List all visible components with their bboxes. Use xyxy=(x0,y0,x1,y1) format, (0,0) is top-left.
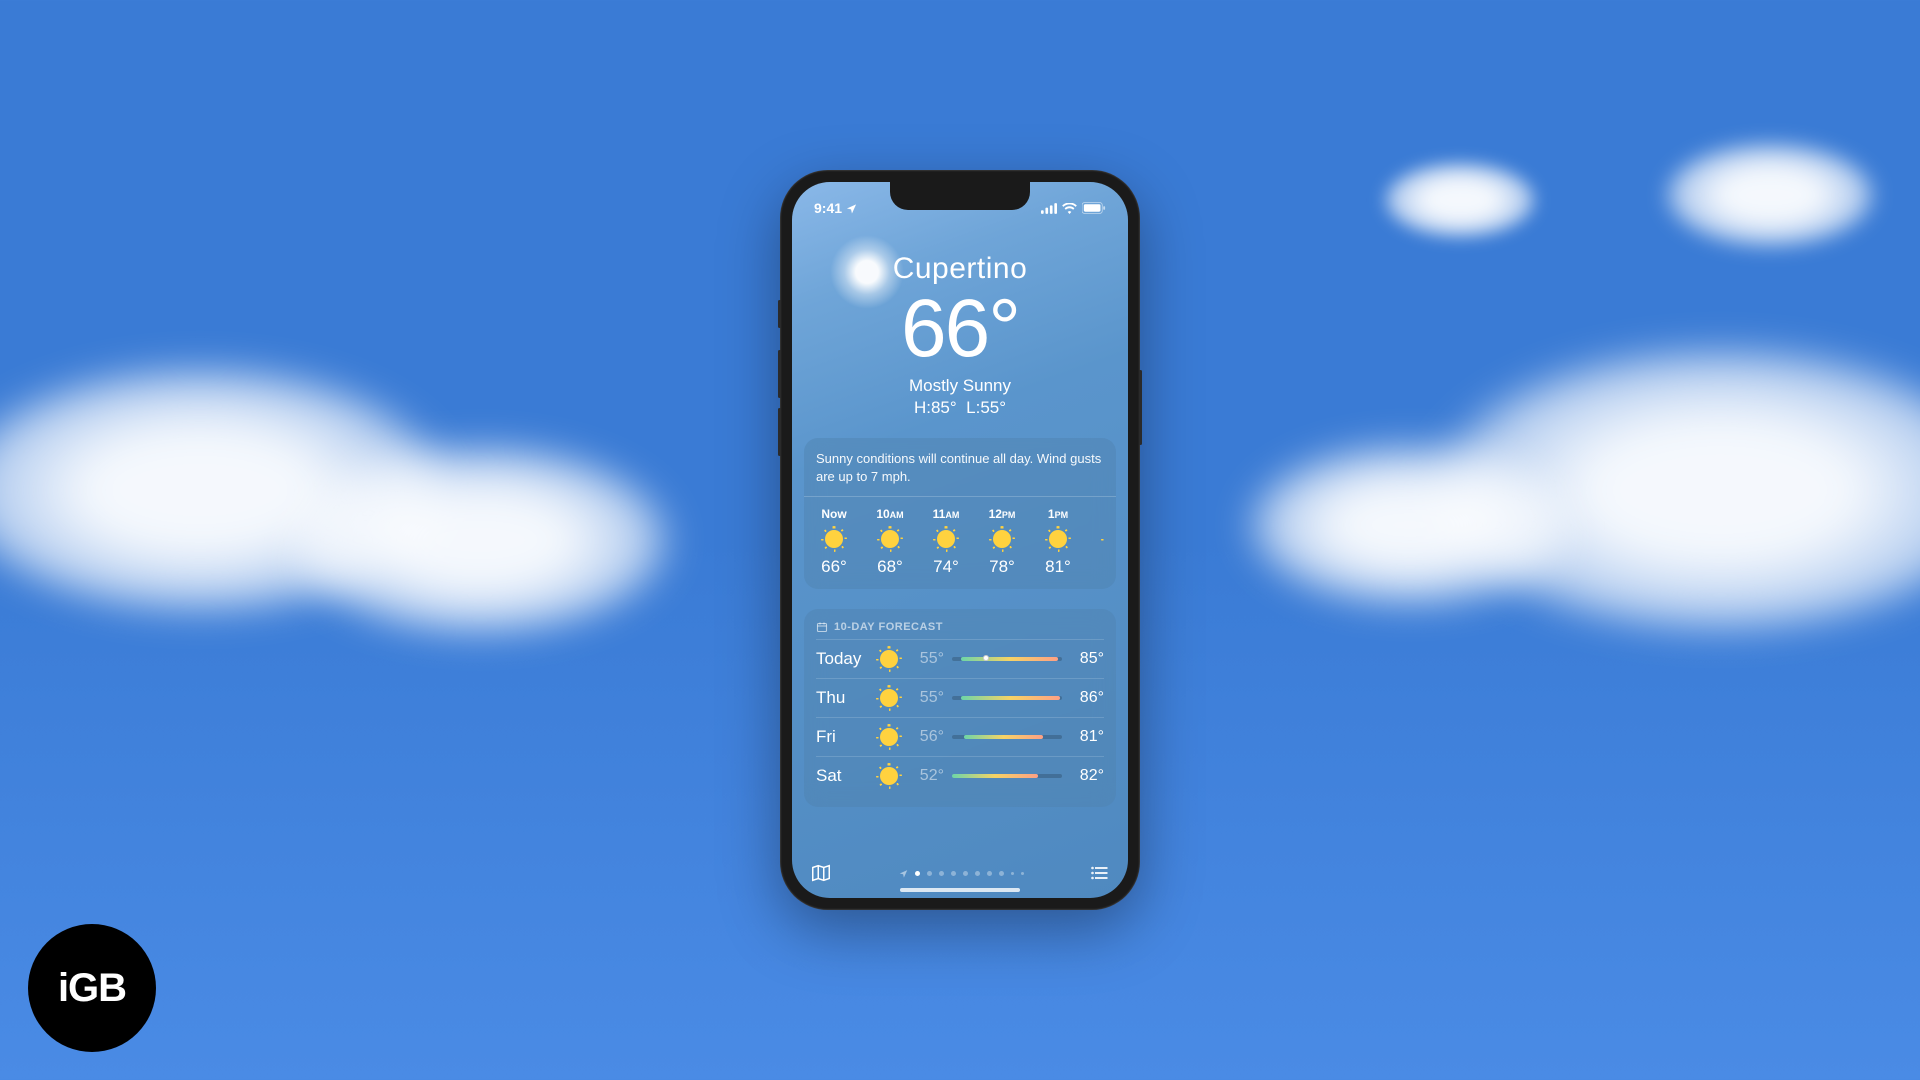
summary-text: Sunny conditions will continue all day. … xyxy=(816,450,1104,486)
page-dot xyxy=(975,871,980,876)
sun-icon xyxy=(880,650,898,668)
location-arrow-icon xyxy=(846,203,857,214)
location-arrow-icon xyxy=(899,869,908,878)
hourly-item[interactable]: Now 66° xyxy=(816,507,852,577)
hour-label: Now xyxy=(821,507,846,521)
day-label: Sat xyxy=(816,766,868,786)
sun-icon xyxy=(937,530,955,548)
day-label: Today xyxy=(816,649,868,669)
hour-label: 10AM xyxy=(876,507,903,521)
calendar-icon xyxy=(816,621,828,633)
hourly-forecast-card[interactable]: Sunny conditions will continue all day. … xyxy=(804,438,1116,589)
page-indicator[interactable] xyxy=(899,869,1024,878)
forecast-title: 10-DAY FORECAST xyxy=(816,621,1104,633)
page-dot xyxy=(927,871,932,876)
hour-temp: 78° xyxy=(989,557,1015,577)
high-low-text: H:85° L:55° xyxy=(804,398,1116,418)
day-high-temp: 86° xyxy=(1070,689,1104,707)
hourly-item[interactable]: 2P84 xyxy=(1096,507,1104,577)
sun-icon xyxy=(825,530,843,548)
forecast-row[interactable]: Thu 55° 86° xyxy=(816,678,1104,717)
silence-switch xyxy=(778,300,781,328)
weather-header: Cupertino 66° Mostly Sunny H:85° L:55° xyxy=(804,232,1116,418)
sun-icon xyxy=(880,689,898,707)
page-dot xyxy=(1021,872,1024,875)
cellular-icon xyxy=(1041,203,1057,214)
day-low-temp: 55° xyxy=(910,689,944,707)
page-dot xyxy=(987,871,992,876)
map-icon[interactable] xyxy=(810,862,832,884)
day-high-temp: 81° xyxy=(1070,728,1104,746)
hour-label: 1PM xyxy=(1048,507,1068,521)
volume-down-button xyxy=(778,408,781,456)
page-dot xyxy=(999,871,1004,876)
condition-text: Mostly Sunny xyxy=(804,376,1116,396)
status-time: 9:41 xyxy=(814,200,842,216)
hour-label: 11AM xyxy=(933,507,960,521)
hourly-item[interactable]: 11AM 74° xyxy=(928,507,964,577)
day-label: Fri xyxy=(816,727,868,747)
day-low-temp: 52° xyxy=(910,767,944,785)
wifi-icon xyxy=(1062,203,1077,214)
day-high-temp: 85° xyxy=(1070,650,1104,668)
notch xyxy=(890,182,1030,210)
page-dot xyxy=(1011,872,1014,875)
page-dot xyxy=(915,871,920,876)
sun-icon xyxy=(993,530,1011,548)
forecast-row[interactable]: Today 55° 85° xyxy=(816,639,1104,678)
page-dot xyxy=(939,871,944,876)
page-dot xyxy=(963,871,968,876)
page-dot xyxy=(951,871,956,876)
day-high-temp: 82° xyxy=(1070,767,1104,785)
sun-icon xyxy=(880,767,898,785)
day-low-temp: 55° xyxy=(910,650,944,668)
power-button xyxy=(1139,370,1142,445)
phone-frame: 9:41 Cupertino 66° Mostly Sunny H:85° L:… xyxy=(780,170,1140,910)
hourly-item[interactable]: 10AM 68° xyxy=(872,507,908,577)
bg-cloud xyxy=(280,440,680,640)
hour-temp: 66° xyxy=(821,557,847,577)
temp-range-bar xyxy=(952,657,1062,661)
bg-cloud xyxy=(1660,140,1880,250)
forecast-row[interactable]: Sat 52° 82° xyxy=(816,756,1104,795)
bg-cloud xyxy=(1240,440,1580,610)
hour-temp: 81° xyxy=(1045,557,1071,577)
phone-screen: 9:41 Cupertino 66° Mostly Sunny H:85° L:… xyxy=(792,182,1128,898)
location-name: Cupertino xyxy=(804,252,1116,286)
day-label: Thu xyxy=(816,688,868,708)
sun-icon xyxy=(881,530,899,548)
hour-temp: 68° xyxy=(877,557,903,577)
temp-range-bar xyxy=(952,774,1062,778)
list-icon[interactable] xyxy=(1090,863,1110,883)
divider xyxy=(804,496,1116,497)
battery-icon xyxy=(1082,202,1106,214)
home-indicator[interactable] xyxy=(900,888,1020,892)
sun-icon xyxy=(1049,530,1067,548)
igb-logo: iGB xyxy=(28,924,156,1052)
temp-range-bar xyxy=(952,696,1062,700)
forecast-row[interactable]: Fri 56° 81° xyxy=(816,717,1104,756)
hourly-item[interactable]: 1PM 81° xyxy=(1040,507,1076,577)
current-temperature: 66° xyxy=(804,288,1116,370)
hourly-item[interactable]: 12PM 78° xyxy=(984,507,1020,577)
bg-cloud xyxy=(1380,160,1540,240)
hour-label: 12PM xyxy=(989,507,1016,521)
volume-up-button xyxy=(778,350,781,398)
day-low-temp: 56° xyxy=(910,728,944,746)
sun-icon xyxy=(880,728,898,746)
hour-temp: 74° xyxy=(933,557,959,577)
daily-forecast-card[interactable]: 10-DAY FORECAST Today 55° 85° Thu 55° 86° Fri 5… xyxy=(804,609,1116,807)
temp-range-bar xyxy=(952,735,1062,739)
